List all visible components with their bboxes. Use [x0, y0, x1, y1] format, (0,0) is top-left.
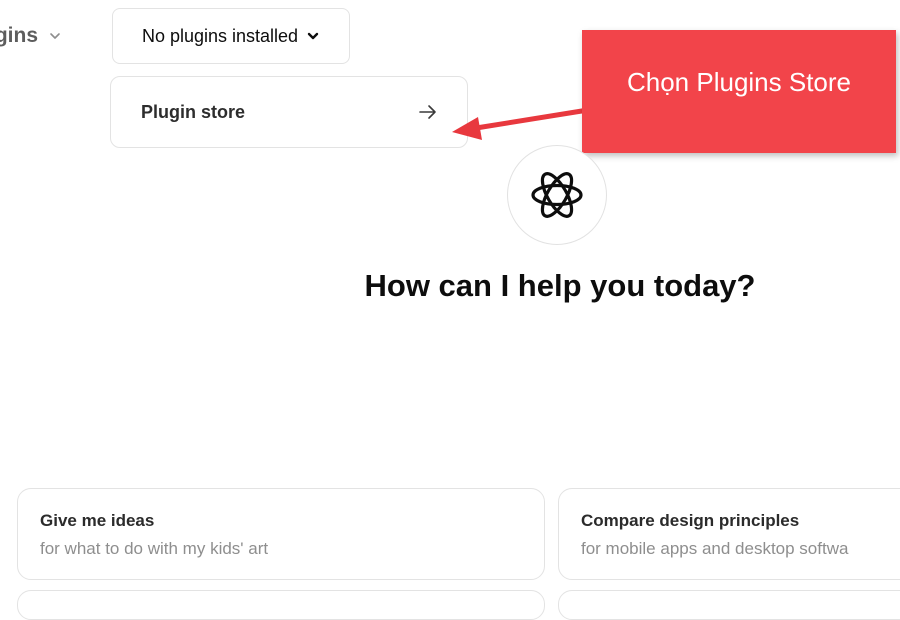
assistant-logo [507, 145, 607, 245]
suggestion-title: Compare design principles [581, 511, 800, 530]
suggestion-title: Give me ideas [40, 511, 155, 530]
suggestion-subtitle: for mobile apps and desktop softwa [581, 539, 849, 558]
callout-pointer-arrow [452, 107, 591, 140]
suggestion-card[interactable] [17, 590, 545, 620]
plugin-store-label: Plugin store [141, 101, 246, 122]
plugin-store-menu-item[interactable]: Plugin store [110, 76, 468, 148]
suggestion-subtitle: for what to do with my kids' art [40, 539, 269, 558]
suggestion-card[interactable]: Give me ideas for what to do with my kid… [17, 488, 545, 580]
chevron-down-icon [307, 32, 319, 40]
welcome-heading: How can I help you today? [364, 268, 756, 303]
arrow-right-icon [419, 105, 436, 119]
suggestion-card[interactable] [558, 590, 900, 620]
annotation-callout: Chọn Plugins Store [582, 30, 896, 153]
plugins-dropdown[interactable]: No plugins installed [112, 8, 350, 64]
model-selector[interactable]: ugins [0, 24, 62, 48]
annotation-callout-text: Chọn Plugins Store [626, 67, 852, 97]
suggestion-card[interactable]: Compare design principles for mobile app… [558, 488, 900, 580]
model-selector-label: ugins [0, 24, 38, 47]
plugins-dropdown-label: No plugins installed [141, 25, 299, 46]
openai-logo-icon [531, 172, 583, 218]
chevron-down-icon [50, 33, 60, 39]
